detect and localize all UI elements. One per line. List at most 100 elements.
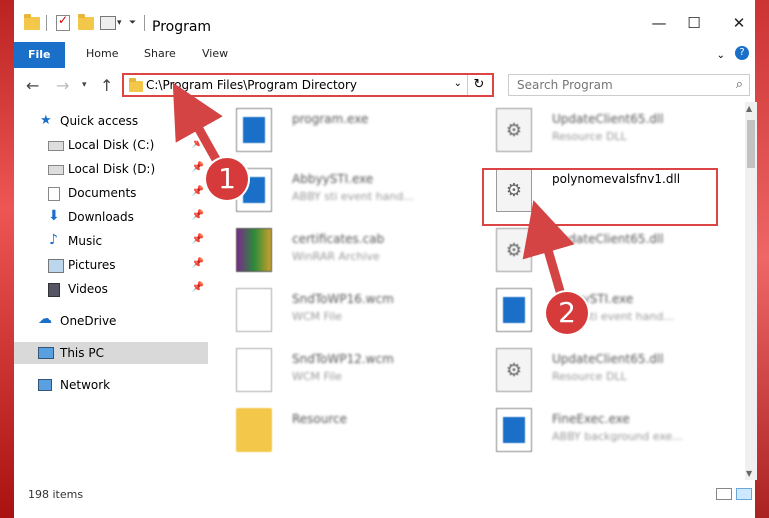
program-icon (236, 108, 272, 152)
tab-file[interactable]: File (14, 42, 65, 68)
sidebar-item-local-disk-c[interactable]: Local Disk (C:) 📌 (14, 134, 208, 156)
window-title: Program (152, 19, 212, 35)
step-1-badge: 1 (206, 158, 248, 200)
item-count: 198 items (28, 488, 84, 501)
file-item[interactable]: AbbyySTI.exe ABBY sti event hand... (476, 282, 716, 338)
dll-icon: ⚙ (496, 228, 532, 272)
forward-arrow-icon[interactable]: → (56, 76, 69, 95)
file-item[interactable]: program.exe (216, 102, 456, 158)
file-icon (236, 348, 272, 392)
exe-icon (496, 288, 532, 332)
navigation-bar: ← → ▾ ↑ C:\Program Files\Program Directo… (14, 68, 755, 102)
refresh-icon[interactable]: ↻ (467, 75, 490, 95)
customize-quick-access-icon[interactable]: ⏷ (129, 14, 136, 32)
details-view-icon[interactable] (716, 488, 732, 500)
address-path[interactable]: C:\Program Files\Program Directory (146, 78, 357, 92)
title-bar: ▾ ⏷ Program — ☐ ✕ (14, 0, 755, 40)
dll-icon: ⚙ (496, 108, 532, 152)
network-icon (38, 379, 52, 391)
file-item[interactable]: SndToWP12.wcm WCM File (216, 342, 456, 398)
separator (46, 14, 47, 32)
file-item[interactable]: AbbyySTI.exe ABBY sti event hand... (216, 162, 456, 218)
pin-icon[interactable]: 📌 (192, 234, 204, 245)
explorer-frame: ▾ ⏷ Program — ☐ ✕ File Home Share View ⌄… (14, 0, 757, 518)
download-icon: ⬇ (48, 208, 60, 224)
tab-share[interactable]: Share (130, 43, 190, 65)
scroll-thumb[interactable] (747, 120, 755, 168)
sidebar-item-local-disk-d[interactable]: Local Disk (D:) 📌 (14, 158, 208, 180)
sidebar-item-this-pc[interactable]: This PC (14, 342, 208, 364)
separator (144, 14, 145, 32)
documents-icon (48, 187, 60, 201)
cloud-icon: ☁ (38, 311, 52, 327)
sidebar-item-network[interactable]: Network (14, 374, 208, 396)
scroll-up-icon[interactable]: ▲ (746, 104, 752, 113)
large-icons-view-icon[interactable] (736, 488, 752, 500)
music-icon: ♪ (49, 232, 58, 248)
pin-icon[interactable]: 📌 (192, 258, 204, 269)
pin-icon[interactable]: 📌 (192, 210, 204, 221)
recent-locations-icon[interactable]: ▾ (82, 80, 87, 90)
file-item[interactable]: ⚙ UpdateClient65.dll Resource DLL (476, 102, 716, 158)
status-bar: 198 items (14, 482, 755, 506)
help-icon[interactable]: ? (735, 46, 749, 60)
file-list: program.exe ⚙ UpdateClient65.dll Resourc… (216, 102, 743, 480)
file-item[interactable]: FineExec.exe ABBY background exe... (476, 402, 716, 458)
pin-icon[interactable]: 📌 (192, 138, 204, 149)
expand-ribbon-icon[interactable]: ⌄ (717, 50, 725, 61)
videos-icon (48, 283, 60, 297)
exe-icon (496, 408, 532, 452)
tab-home[interactable]: Home (72, 43, 132, 65)
tab-view[interactable]: View (188, 43, 242, 65)
up-arrow-icon[interactable]: ↑ (100, 76, 113, 95)
sidebar-item-pictures[interactable]: Pictures 📌 (14, 254, 208, 276)
search-box[interactable]: ⌕ (508, 74, 750, 96)
search-input[interactable] (515, 77, 719, 93)
minimize-button[interactable]: — (644, 14, 674, 34)
pin-icon[interactable]: 📌 (192, 162, 204, 173)
maximize-button[interactable]: ☐ (679, 14, 709, 34)
close-button[interactable]: ✕ (724, 14, 754, 34)
address-bar[interactable]: C:\Program Files\Program Directory ⌄ ↻ (122, 73, 494, 97)
properties-icon[interactable] (100, 14, 116, 32)
drive-icon (48, 165, 64, 175)
sidebar-item-music[interactable]: ♪ Music 📌 (14, 230, 208, 252)
search-icon[interactable]: ⌕ (736, 77, 743, 92)
folder-icon (236, 408, 272, 452)
new-folder-icon[interactable] (78, 13, 94, 32)
sidebar-item-downloads[interactable]: ⬇ Downloads 📌 (14, 206, 208, 228)
archive-icon (236, 228, 272, 272)
pin-icon[interactable]: 📌 (192, 186, 204, 197)
highlight-box (482, 168, 718, 226)
sidebar-item-documents[interactable]: Documents 📌 (14, 182, 208, 204)
pin-icon[interactable]: 📌 (192, 282, 204, 293)
folder-icon (24, 13, 40, 32)
file-item[interactable]: certificates.cab WinRAR Archive (216, 222, 456, 278)
file-item[interactable]: Resource (216, 402, 456, 458)
pictures-icon (48, 259, 64, 273)
sidebar-item-quick-access[interactable]: ★ Quick access (14, 110, 208, 132)
chevron-down-icon: ▾ (117, 18, 122, 28)
desktop-backdrop-left (0, 0, 14, 518)
scroll-down-icon[interactable]: ▼ (746, 469, 752, 478)
file-item[interactable]: ⚙ UpdateClient65.dll Resource DLL (476, 342, 716, 398)
folder-icon (129, 78, 143, 92)
file-item[interactable]: ⚙ UpdateClient65.dll (476, 222, 716, 278)
properties-check-icon[interactable] (56, 13, 70, 32)
back-arrow-icon[interactable]: ← (26, 76, 39, 95)
dll-icon: ⚙ (496, 348, 532, 392)
file-item[interactable]: SndToWP16.wcm WCM File (216, 282, 456, 338)
computer-icon (38, 347, 54, 359)
chevron-down-icon[interactable]: ⌄ (454, 78, 462, 89)
sidebar-item-videos[interactable]: Videos 📌 (14, 278, 208, 300)
explorer-window: ▾ ⏷ Program — ☐ ✕ File Home Share View ⌄… (0, 0, 769, 518)
file-icon (236, 288, 272, 332)
drive-icon (48, 141, 64, 151)
desktop-backdrop-right (755, 0, 769, 518)
star-icon: ★ (40, 113, 52, 128)
navigation-pane: ★ Quick access Local Disk (C:) 📌 Local D… (14, 102, 210, 480)
sidebar-item-onedrive[interactable]: ☁ OneDrive (14, 310, 208, 332)
step-2-badge: 2 (546, 292, 588, 334)
ribbon: File Home Share View ⌄ ? (14, 40, 755, 69)
vertical-scrollbar[interactable]: ▲ ▼ (745, 102, 757, 480)
